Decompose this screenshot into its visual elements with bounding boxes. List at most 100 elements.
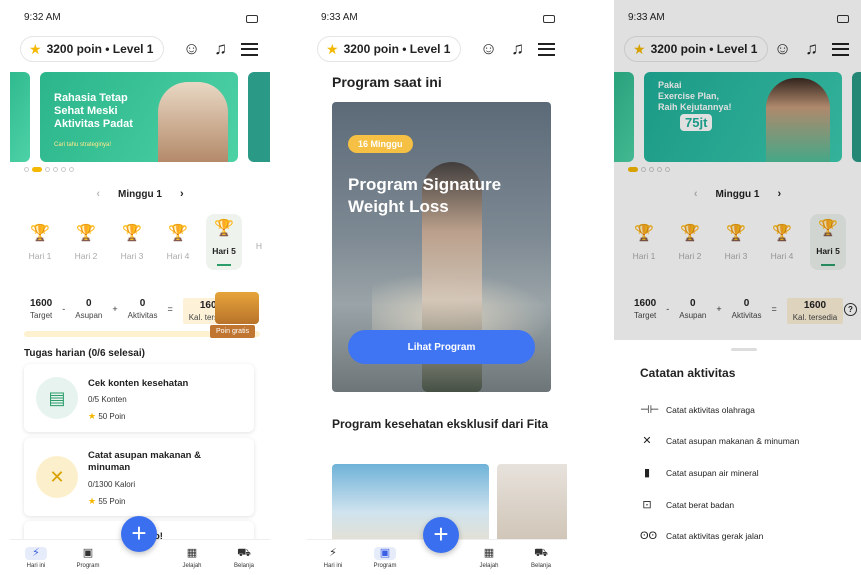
battery-icon xyxy=(246,15,258,23)
option-food[interactable]: ✕ Catat asupan makanan & minuman xyxy=(640,434,799,447)
banner-line2: Sehat Meski xyxy=(54,105,118,117)
current-program-title: Program saat ini xyxy=(332,74,442,90)
trophy-icon: 🏆 xyxy=(76,225,96,242)
banner-next[interactable] xyxy=(248,72,270,162)
program-card[interactable]: 16 Minggu Program Signature Weight Loss … xyxy=(332,102,551,392)
footsteps-icon: ʘʘ xyxy=(640,530,658,542)
status-time: 9:33 AM xyxy=(321,12,358,23)
task-card[interactable]: ✕ Catat asupan makanan & minuman 0/1300 … xyxy=(24,438,254,516)
option-walking[interactable]: ʘʘ Catat aktivitas gerak jalan xyxy=(640,530,763,542)
program-thumbnail[interactable] xyxy=(332,464,489,544)
trophy-icon: 🏆 xyxy=(214,220,234,237)
grid-icon: ▦ xyxy=(186,546,198,559)
intake-label: Asupan xyxy=(75,311,103,320)
menu-icon[interactable] xyxy=(538,42,555,56)
target-value: 1600 xyxy=(30,298,53,309)
activity-bottom-sheet: Catatan aktivitas ⊣⊢ Catat aktivitas olah… xyxy=(614,340,861,575)
dumbbell-icon: ⊣⊢ xyxy=(640,404,660,416)
program-thumbnail[interactable] xyxy=(497,464,567,544)
trophy-icon: 🏆 xyxy=(168,225,188,242)
task-points: 50 Poin xyxy=(98,412,126,421)
tab-day-1[interactable]: 🏆 Hari 1 xyxy=(22,214,58,270)
bell-icon[interactable]: ♫ xyxy=(511,39,524,59)
bell-icon[interactable]: ♫ xyxy=(214,39,227,59)
banner-carousel[interactable]: Rahasia Tetap Sehat Meski Aktivitas Pada… xyxy=(10,72,270,162)
points-label: 3200 poin • Level 1 xyxy=(46,42,154,56)
nav-shop[interactable]: ⛟ Belanja xyxy=(224,547,264,569)
activity-value: 0 xyxy=(139,298,146,309)
trophy-icon: 🏆 xyxy=(30,225,50,242)
grid-icon: ▦ xyxy=(483,546,495,559)
day-tabs: 🏆 Hari 1 🏆 Hari 2 🏆 Hari 3 🏆 Hari 4 🏆 Hari 5 … xyxy=(22,214,270,270)
plus-sign: + xyxy=(112,304,118,314)
week-label: Minggu 1 xyxy=(118,188,162,200)
nav-program[interactable]: ▣ Program xyxy=(68,547,108,569)
target-label: Target xyxy=(30,311,53,320)
add-button[interactable]: + xyxy=(423,517,459,553)
free-points-badge[interactable]: Poin gratis xyxy=(210,325,256,338)
program-duration-badge: 16 Minggu xyxy=(348,135,413,153)
sheet-handle[interactable] xyxy=(731,348,757,351)
equals-sign: = xyxy=(167,304,173,314)
screen-program: 9:33 AM ★ 3200 poin • Level 1 ☺ ♫ Progra… xyxy=(307,0,567,575)
status-bar: 9:33 AM xyxy=(321,12,555,26)
banner-photo xyxy=(158,82,228,162)
daily-tasks-title: Tugas harian (0/6 selesai) xyxy=(24,348,145,359)
support-icon[interactable]: ☺ xyxy=(480,39,497,59)
banner-prev[interactable] xyxy=(10,72,30,162)
carousel-dots xyxy=(24,167,74,172)
tab-day-2[interactable]: 🏆 Hari 2 xyxy=(68,214,104,270)
nav-explore[interactable]: ▦ Jelajah xyxy=(469,547,509,569)
header: ★ 3200 poin • Level 1 ☺ ♫ xyxy=(317,36,555,62)
tab-day-3[interactable]: 🏆 Hari 3 xyxy=(114,214,150,270)
points-pill[interactable]: ★ 3200 poin • Level 1 xyxy=(317,36,462,62)
dim-overlay[interactable] xyxy=(614,0,861,340)
nav-explore[interactable]: ▦ Jelajah xyxy=(172,547,212,569)
utensils-icon: ✕ xyxy=(642,435,652,447)
bolt-icon: ⚡ xyxy=(25,546,47,560)
banner-main[interactable]: Rahasia Tetap Sehat Meski Aktivitas Pada… xyxy=(40,72,238,162)
tab-day-6[interactable]: H xyxy=(252,214,266,270)
minus-sign: - xyxy=(62,304,66,314)
banner-cta: Cari tahu strateginya! xyxy=(54,142,112,148)
next-week-icon[interactable]: › xyxy=(180,188,184,200)
support-icon[interactable]: ☺ xyxy=(183,39,200,59)
exclusive-programs-title: Program kesehatan eksklusif dari Fita xyxy=(332,417,549,431)
status-icons xyxy=(246,12,258,26)
points-pill[interactable]: ★ 3200 poin • Level 1 xyxy=(20,36,165,62)
task-points: 55 Poin xyxy=(98,497,126,506)
tab-day-4[interactable]: 🏆 Hari 4 xyxy=(160,214,196,270)
cart-icon: ⛟ xyxy=(534,546,548,559)
task-progress: 0/5 Konten xyxy=(88,395,127,404)
task-progress: 0/1300 Kalori xyxy=(88,480,136,489)
add-button[interactable]: + xyxy=(121,516,157,552)
scale-icon: ⊡ xyxy=(642,499,652,511)
intake-value: 0 xyxy=(86,298,92,309)
nav-program[interactable]: ▣ Program xyxy=(365,546,405,569)
nav-today[interactable]: ⚡ Hari ini xyxy=(16,546,56,569)
option-water[interactable]: ▮ Catat asupan air mineral xyxy=(640,466,759,479)
glass-icon: ▮ xyxy=(643,467,651,479)
utensils-icon: ✕ xyxy=(36,456,78,498)
star-icon: ★ xyxy=(88,411,97,421)
tab-day-5[interactable]: 🏆 Hari 5 xyxy=(206,214,242,270)
option-exercise[interactable]: ⊣⊢ Catat aktivitas olahraga xyxy=(640,403,755,416)
view-program-button[interactable]: Lihat Program xyxy=(348,330,535,364)
option-weight[interactable]: ⊡ Catat berat badan xyxy=(640,498,734,511)
screen-today: 9:32 AM ★ 3200 poin • Level 1 ☺ ♫ Rahasi… xyxy=(10,0,270,575)
program-icon: ▣ xyxy=(82,546,94,559)
screen-activity-sheet: 9:33 AM ★ 3200 poin • Level 1 ☺ ♫ Pakai … xyxy=(614,0,861,575)
treasure-chest-icon[interactable] xyxy=(215,292,259,324)
program-name: Program Signature Weight Loss xyxy=(348,175,502,216)
nav-today[interactable]: ⚡ Hari ini xyxy=(313,547,353,569)
star-icon: ★ xyxy=(326,40,339,57)
battery-icon xyxy=(543,15,555,23)
document-icon: ▤ xyxy=(36,377,78,419)
task-card[interactable]: ▤ Cek konten kesehatan 0/5 Konten ★ 50 P… xyxy=(24,364,254,432)
menu-icon[interactable] xyxy=(241,42,258,56)
task-title: Catat asupan makanan & minuman xyxy=(88,450,201,473)
activity-label: Aktivitas xyxy=(127,311,158,320)
nav-shop[interactable]: ⛟ Belanja xyxy=(521,547,561,569)
prev-week-icon[interactable]: ‹ xyxy=(96,188,100,200)
status-icons xyxy=(543,12,555,26)
